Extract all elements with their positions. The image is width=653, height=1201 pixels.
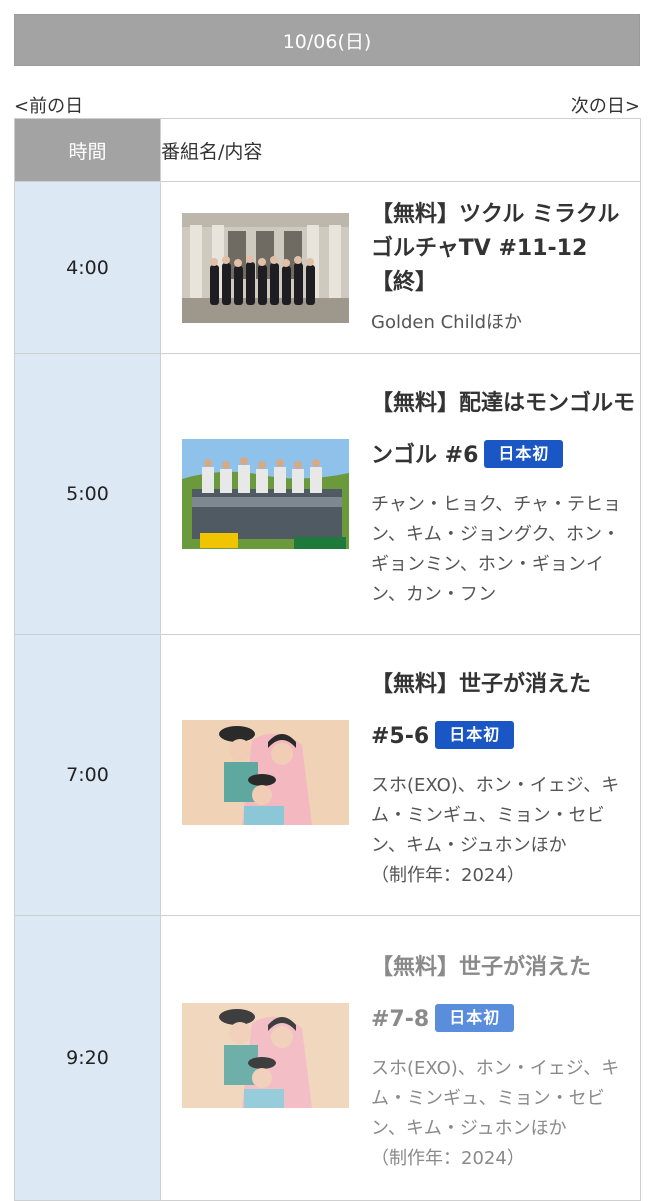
time-cell: 7:00 xyxy=(14,634,161,916)
program-cast: スホ(EXO)、ホン・イェジ、キム・ミンギュ、ミョン・セビン、キム・ジュホンほか… xyxy=(371,1058,620,1169)
program-cell[interactable]: 【無料】世子が消えた #5-6 日本初 スホ(EXO)、ホン・イェジ、キム・ミンギ… xyxy=(160,634,641,916)
program-title[interactable]: 【無料】世子が消えた #5-6 日本初 xyxy=(371,659,636,763)
date-header: 10/06(日) xyxy=(14,14,640,66)
program-thumbnail[interactable] xyxy=(182,439,349,549)
program-cast: スホ(EXO)、ホン・イェジ、キム・ミンギュ、ミョン・セビン、キム・ジュホンほか… xyxy=(371,775,620,886)
program-thumbnail[interactable] xyxy=(182,720,349,830)
program-thumbnail[interactable] xyxy=(182,1003,349,1113)
time-cell: 9:20 xyxy=(14,915,161,1201)
program-cell[interactable]: 【無料】世子が消えた #7-8 日本初 スホ(EXO)、ホン・イェジ、キム・ミンギ… xyxy=(160,915,641,1201)
program-cell[interactable]: 【無料】ツクル ミラクル ゴルチャTV #11-12【終】 Golden Chi… xyxy=(160,181,641,354)
program-cast: チャン・ヒョク、チャ・テヒョン、キム・ジョングク、ホン・ギョンミン、ホン・ギョン… xyxy=(371,494,622,605)
table-header-row: 時間 番組名/内容 xyxy=(14,118,641,182)
program-title[interactable]: 【無料】ツクル ミラクル ゴルチャTV #11-12【終】 xyxy=(371,198,636,300)
time-cell: 5:00 xyxy=(14,353,161,635)
table-row: 4:00 【無料】ツクル ミラクル ゴルチャTV #11-12【終】 Golde… xyxy=(14,181,641,354)
table-row: 5:00 【無料】配達はモンゴルモンゴル #6 日本初 チャン・ヒョク、チャ・テ… xyxy=(14,353,641,635)
japan-premiere-badge: 日本初 xyxy=(435,721,515,749)
japan-premiere-badge: 日本初 xyxy=(435,1004,515,1032)
program-cell[interactable]: 【無料】配達はモンゴルモンゴル #6 日本初 チャン・ヒョク、チャ・テヒョン、キム… xyxy=(160,353,641,635)
prev-day-link[interactable]: <前の日 xyxy=(14,92,83,118)
program-column-header: 番組名/内容 xyxy=(160,118,641,182)
japan-premiere-badge: 日本初 xyxy=(484,440,564,468)
program-title[interactable]: 【無料】配達はモンゴルモンゴル #6 日本初 xyxy=(371,378,636,482)
table-row: 7:00 【無料】世子が消えた #5-6 日本初 スホ(EXO)、ホン・イェジ、… xyxy=(14,634,641,916)
program-thumbnail[interactable] xyxy=(182,212,349,323)
program-cast: Golden Childほか xyxy=(371,311,522,333)
next-day-link[interactable]: 次の日> xyxy=(571,92,640,118)
production-year: （制作年：2024） xyxy=(371,865,525,886)
production-year: （制作年：2024） xyxy=(371,1148,525,1169)
program-title[interactable]: 【無料】世子が消えた #7-8 日本初 xyxy=(371,942,636,1046)
table-row: 9:20 【無料】世子が消えた #7-8 日本初 スホ(EXO)、ホン・イェジ、… xyxy=(14,915,641,1201)
time-column-header: 時間 xyxy=(14,118,161,182)
time-cell: 4:00 xyxy=(14,181,161,354)
schedule-table: 時間 番組名/内容 4:00 【無料】ツクル ミラクル ゴルチャTV #11-1… xyxy=(14,118,641,1201)
